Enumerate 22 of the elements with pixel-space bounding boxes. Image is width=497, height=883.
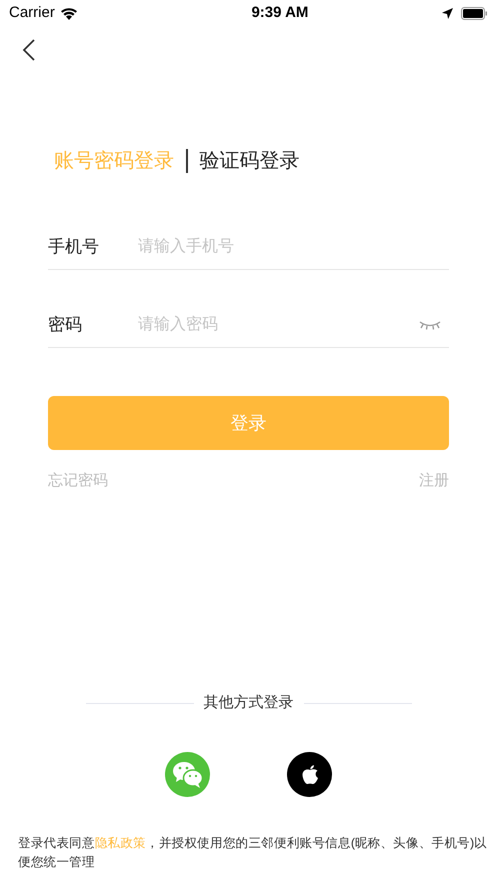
login-mode-tab[interactable]: 验证码登录 xyxy=(200,146,300,176)
apple-button[interactable] xyxy=(287,752,332,797)
register-link[interactable]: 注册 xyxy=(419,470,449,492)
carrier-label: Carrier xyxy=(9,2,55,23)
chat-bubbles-icon xyxy=(172,760,204,788)
back-icon[interactable] xyxy=(22,38,36,62)
location-arrow-icon xyxy=(442,8,453,18)
forgot-password-link[interactable]: 忘记密码 xyxy=(48,470,108,492)
other-login-title: 其他方式登录 xyxy=(204,693,294,713)
password-field[interactable]: 请输入密码 xyxy=(138,312,419,336)
privacy-policy-link[interactable]: 隐私政策 xyxy=(94,836,146,850)
apple-icon xyxy=(300,764,318,784)
phone-field[interactable]: 请输入手机号 xyxy=(138,234,449,258)
field-label: 密码 xyxy=(48,314,83,336)
clock: 9:39 AM xyxy=(251,2,308,23)
field-label: 手机号 xyxy=(48,236,100,258)
closed-eye-icon[interactable] xyxy=(419,320,441,330)
wifi-icon xyxy=(60,6,78,20)
login-mode-tab[interactable]: 账号密码登录 xyxy=(54,146,174,176)
consent-text: 登录代表同意隐私政策，并授权使用您的三邻便利账号信息(昵称、头像、手机号)以便您统一管理 xyxy=(18,835,487,871)
battery-icon xyxy=(461,6,488,20)
login-button[interactable]: 登录 xyxy=(48,396,449,450)
